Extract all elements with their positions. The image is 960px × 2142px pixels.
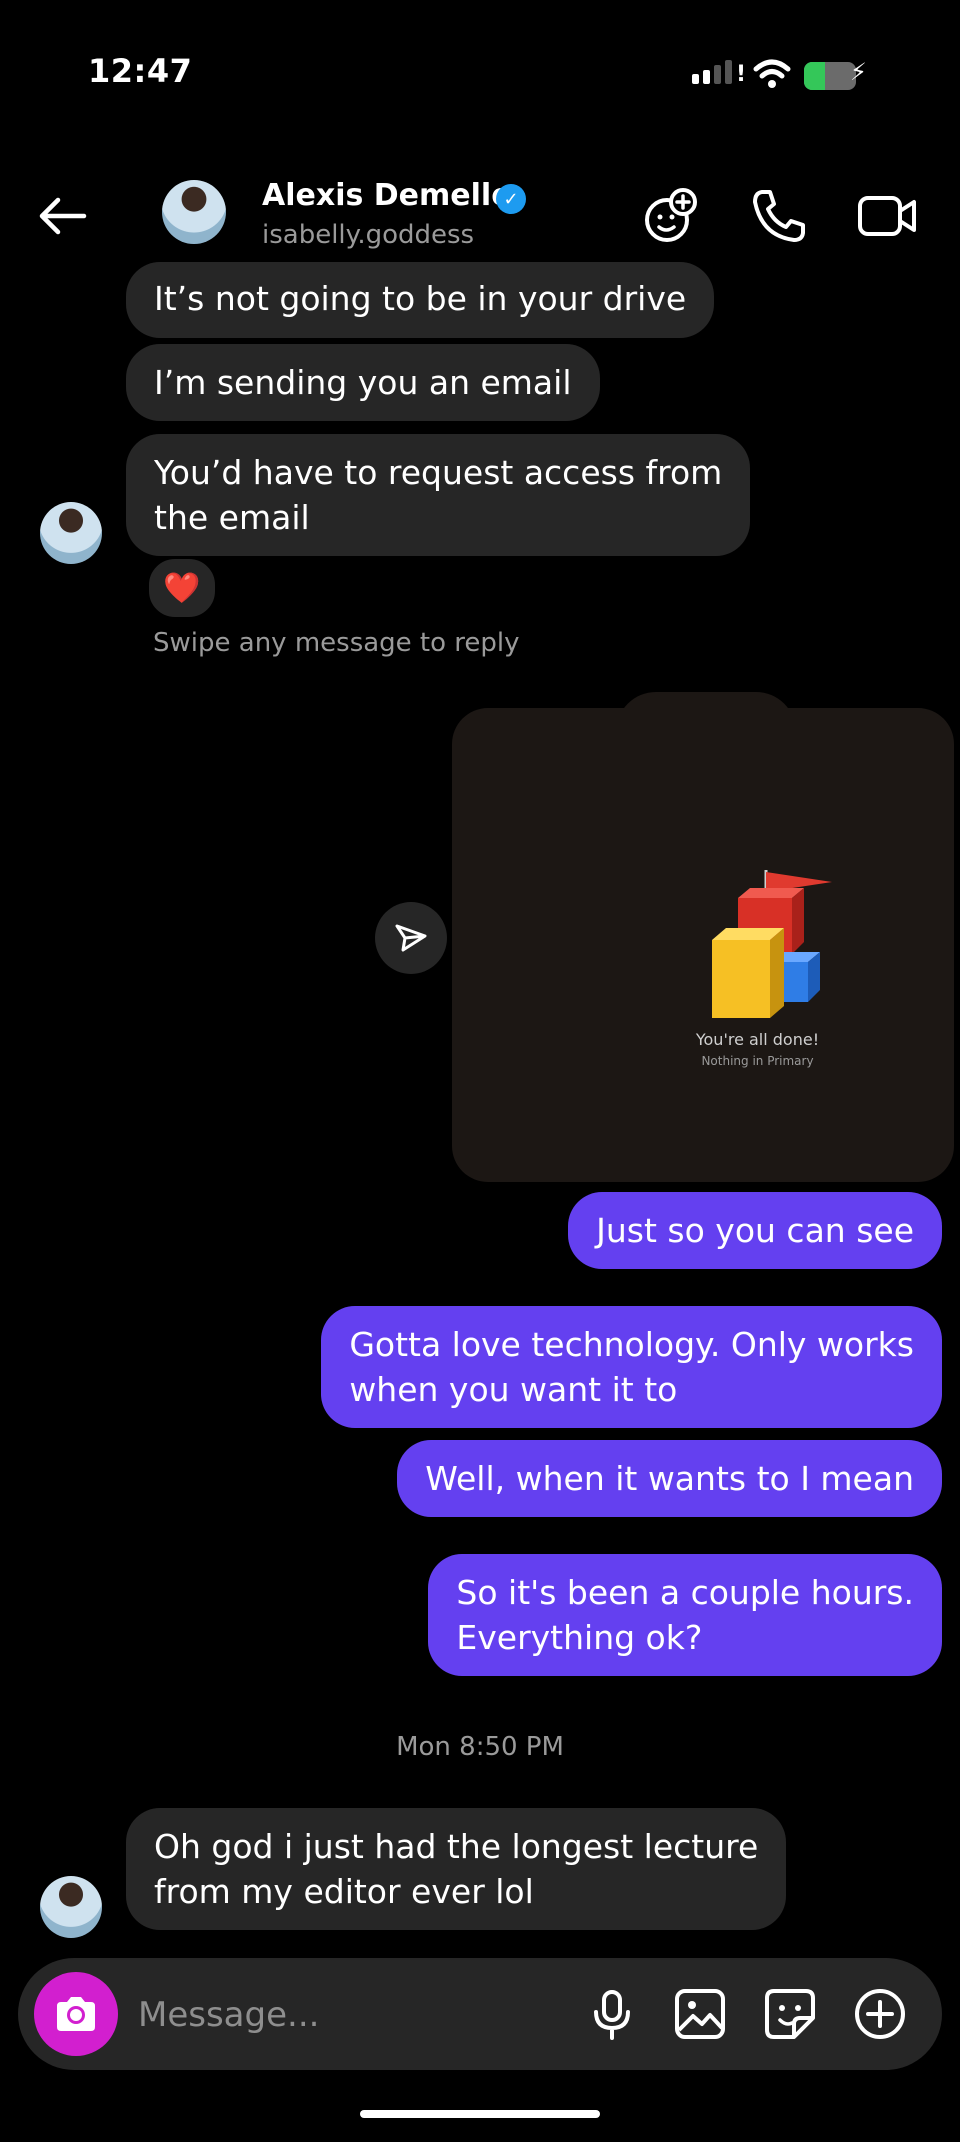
outgoing-message[interactable]: So it's been a couple hours. Everything … (428, 1554, 942, 1676)
message-text: from my editor ever lol (154, 1872, 534, 1911)
outgoing-message[interactable]: Gotta love technology. Only works when y… (321, 1306, 942, 1428)
status-time: 12:47 (88, 52, 193, 90)
message-text: Gotta love technology. Only works (349, 1325, 914, 1364)
shared-image-title: You're all done! (695, 1030, 820, 1049)
message-text: You’d have to request access from (154, 453, 723, 492)
message-text: Just so you can see (596, 1211, 914, 1250)
message-text: So it's been a couple hours. (456, 1573, 914, 1612)
contact-avatar-small[interactable] (40, 502, 102, 564)
home-indicator (360, 2110, 600, 2118)
message-text: when you want it to (349, 1370, 678, 1409)
message-timestamp: Mon 8:50 PM (396, 1732, 564, 1762)
shared-image-subtitle: Nothing in Primary (701, 1054, 814, 1068)
message-text: Everything ok? (456, 1618, 703, 1657)
swipe-hint: Swipe any message to reply (153, 628, 520, 658)
send-icon (395, 924, 427, 952)
outgoing-message[interactable]: Just so you can see (568, 1192, 942, 1269)
incoming-message[interactable]: You’d have to request access from the em… (126, 434, 751, 556)
incoming-message[interactable]: It’s not going to be in your drive (126, 262, 715, 338)
contact-username[interactable]: isabelly.goddess (262, 220, 474, 250)
wifi-icon (753, 59, 791, 88)
phone-icon[interactable] (748, 186, 808, 246)
gallery-icon[interactable] (672, 1986, 728, 2042)
message-input[interactable] (136, 1986, 540, 2044)
add-effect-icon[interactable] (640, 186, 700, 246)
heart-reaction[interactable]: ❤️ (146, 556, 218, 620)
contact-avatar[interactable] (162, 180, 226, 244)
incoming-message[interactable]: I’m sending you an email (126, 344, 600, 421)
message-text: It’s not going to be in your drive (154, 279, 687, 318)
microphone-icon[interactable] (584, 1986, 640, 2042)
contact-name[interactable]: Alexis Demello (262, 178, 512, 213)
share-button[interactable] (375, 902, 447, 974)
message-text: the email (154, 498, 310, 537)
outgoing-message[interactable]: Well, when it wants to I mean (397, 1440, 942, 1517)
incoming-message[interactable]: Oh god i just had the longest lecture fr… (126, 1808, 787, 1930)
blocks-illustration-icon (712, 870, 832, 1018)
video-icon[interactable] (856, 186, 920, 246)
plus-icon[interactable] (852, 1986, 908, 2042)
camera-button[interactable] (34, 1972, 118, 2056)
battery-icon (804, 62, 856, 90)
sticker-icon[interactable] (762, 1986, 818, 2042)
back-arrow-icon[interactable] (34, 192, 90, 240)
verified-badge-icon: ✓ (496, 184, 526, 214)
cellular-signal-icon: ! (692, 60, 746, 86)
message-text: Well, when it wants to I mean (425, 1459, 914, 1498)
message-text: Oh god i just had the longest lecture (154, 1827, 759, 1866)
charging-bolt-icon: ⚡ (850, 58, 867, 86)
message-text: I’m sending you an email (154, 363, 572, 402)
contact-avatar-small[interactable] (40, 1876, 102, 1938)
camera-icon (57, 1997, 95, 2031)
